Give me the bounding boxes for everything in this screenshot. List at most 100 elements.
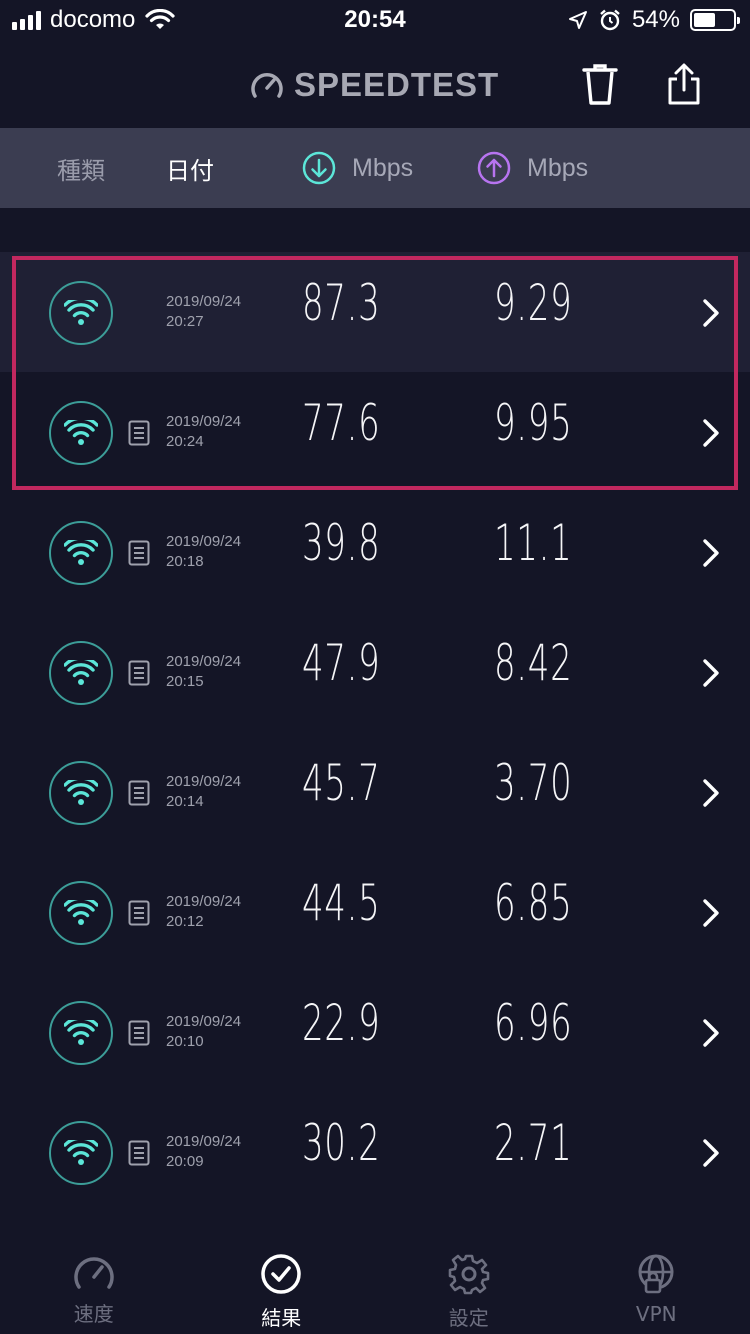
tab-settings[interactable]: 設定: [375, 1234, 563, 1334]
connection-type-badge: [49, 521, 113, 585]
logo-text: SPEEDTEST: [294, 66, 500, 103]
result-datetime: 2019/09/24 20:12: [166, 892, 241, 932]
result-row[interactable]: 2019/09/24 20:09 30.2 2.71: [0, 1092, 750, 1212]
chevron-right-icon[interactable]: [702, 298, 720, 328]
status-bar: docomo 20:54 54%: [0, 0, 750, 40]
chevron-right-icon[interactable]: [702, 1018, 720, 1048]
upload-arrow-icon: [477, 151, 511, 185]
tab-speed[interactable]: 速度: [0, 1234, 188, 1334]
result-datetime: 2019/09/24 20:18: [166, 532, 241, 572]
upload-speed: 11.1: [494, 514, 573, 572]
result-datetime: 2019/09/24 20:27: [166, 292, 241, 332]
tab-settings-label: 設定: [448, 1306, 489, 1330]
battery-icon: [690, 9, 740, 31]
result-time: 20:18: [166, 553, 204, 570]
results-list: 2019/09/24 20:27 87.3 9.29 2019/09/24 20…: [0, 252, 750, 1212]
upload-speed: 9.29: [494, 274, 573, 332]
note-icon: [128, 540, 150, 566]
wifi-icon: [64, 660, 98, 685]
upload-speed: 9.95: [494, 394, 573, 452]
result-date: 2019/09/24: [166, 1133, 242, 1150]
result-date: 2019/09/24: [166, 773, 242, 790]
wifi-icon: [64, 900, 98, 925]
result-row[interactable]: 2019/09/24 20:14 45.7 3.70: [0, 732, 750, 852]
download-speed: 22.9: [302, 994, 381, 1052]
download-speed: 87.3: [302, 274, 381, 332]
wifi-icon: [64, 540, 98, 565]
speedometer-icon: [251, 73, 283, 98]
result-time: 20:14: [166, 793, 204, 810]
result-row[interactable]: 2019/09/24 20:24 77.6 9.95: [0, 372, 750, 492]
result-row[interactable]: 2019/09/24 20:10 22.9 6.96: [0, 972, 750, 1092]
tab-bar: 速度 結果 設定 VPN: [0, 1234, 750, 1334]
download-speed: 30.2: [302, 1114, 381, 1172]
connection-type-badge: [49, 1121, 113, 1185]
note-icon: [128, 420, 150, 446]
chevron-right-icon[interactable]: [702, 898, 720, 928]
connection-type-badge: [49, 1001, 113, 1065]
connection-type-badge: [49, 641, 113, 705]
tab-speed-label: 速度: [73, 1302, 114, 1326]
wifi-icon: [64, 300, 98, 325]
app-header: SPEEDTEST: [0, 40, 750, 128]
battery-percent: 54%: [631, 6, 680, 33]
upload-speed: 6.96: [494, 994, 573, 1052]
result-date: 2019/09/24: [166, 413, 242, 430]
result-row[interactable]: 2019/09/24 20:15 47.9 8.42: [0, 612, 750, 732]
alarm-icon: [600, 9, 620, 31]
tab-vpn[interactable]: VPN: [563, 1234, 750, 1334]
sort-by-type[interactable]: 種類: [57, 128, 105, 208]
download-speed: 45.7: [302, 754, 381, 812]
wifi-icon: [64, 1140, 98, 1165]
connection-type-badge: [49, 401, 113, 465]
trash-icon: [582, 64, 618, 105]
chevron-right-icon[interactable]: [702, 658, 720, 688]
result-time: 20:12: [166, 913, 204, 930]
note-icon: [128, 1020, 150, 1046]
chevron-right-icon[interactable]: [702, 418, 720, 448]
note-icon: [128, 1140, 150, 1166]
result-time: 20:24: [166, 433, 204, 450]
speedometer-icon: [74, 1257, 114, 1289]
sort-by-download[interactable]: Mbps: [302, 128, 413, 208]
column-header-bar: 種類 日付 Mbps Mbps: [0, 128, 750, 208]
download-speed: 47.9: [302, 634, 381, 692]
upload-speed: 3.70: [494, 754, 573, 812]
location-arrow-icon: [568, 11, 587, 29]
wifi-icon: [64, 420, 98, 445]
status-right: 54%: [568, 6, 740, 34]
delete-button[interactable]: [576, 60, 624, 108]
result-datetime: 2019/09/24 20:10: [166, 1012, 241, 1052]
result-row[interactable]: 2019/09/24 20:12 44.5 6.85: [0, 852, 750, 972]
result-date: 2019/09/24: [166, 893, 242, 910]
chevron-right-icon[interactable]: [702, 778, 720, 808]
download-arrow-icon: [302, 151, 336, 185]
chevron-right-icon[interactable]: [702, 538, 720, 568]
wifi-icon: [64, 780, 98, 805]
sort-by-upload[interactable]: Mbps: [477, 128, 588, 208]
download-speed: 39.8: [302, 514, 381, 572]
connection-type-badge: [49, 281, 113, 345]
result-time: 20:15: [166, 673, 204, 690]
upload-unit: Mbps: [527, 153, 589, 182]
result-time: 20:27: [166, 313, 204, 330]
connection-type-badge: [49, 761, 113, 825]
download-speed: 44.5: [302, 874, 381, 932]
result-datetime: 2019/09/24 20:14: [166, 772, 241, 812]
share-button[interactable]: [660, 60, 708, 108]
result-row[interactable]: 2019/09/24 20:18 39.8 11.1: [0, 492, 750, 612]
checkmark-circle-icon: [261, 1254, 301, 1294]
chevron-right-icon[interactable]: [702, 1138, 720, 1168]
result-datetime: 2019/09/24 20:09: [166, 1132, 241, 1172]
tab-vpn-label: VPN: [635, 1302, 677, 1326]
result-datetime: 2019/09/24 20:24: [166, 412, 241, 452]
note-icon: [128, 780, 150, 806]
result-row[interactable]: 2019/09/24 20:27 87.3 9.29: [0, 252, 750, 372]
tab-results[interactable]: 結果: [188, 1234, 376, 1334]
result-time: 20:10: [166, 1033, 204, 1050]
tab-results-label: 結果: [261, 1306, 302, 1330]
wifi-icon: [64, 1020, 98, 1045]
note-icon: [128, 660, 150, 686]
note-icon: [128, 900, 150, 926]
sort-by-date[interactable]: 日付: [166, 128, 214, 208]
